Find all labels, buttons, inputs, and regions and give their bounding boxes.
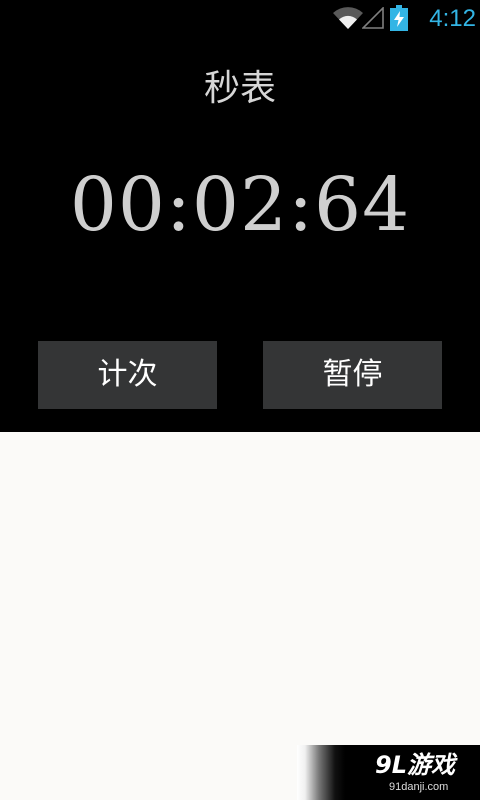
wifi-icon bbox=[333, 7, 363, 29]
stopwatch-screen: 4:12 秒表 00:02:64 计次 暂停 9L游戏 91danji.com bbox=[0, 0, 480, 800]
elapsed-time-display: 00:02:64 bbox=[69, 162, 411, 248]
watermark: 9L游戏 91danji.com bbox=[297, 745, 480, 800]
status-bar: 4:12 bbox=[0, 0, 480, 38]
watermark-logo: 9L游戏 bbox=[375, 751, 455, 779]
signal-icon bbox=[362, 7, 384, 29]
status-clock: 4:12 bbox=[429, 5, 476, 32]
watermark-url: 91danji.com bbox=[389, 781, 449, 793]
page-title: 秒表 bbox=[203, 68, 276, 109]
battery-charging-icon bbox=[390, 5, 408, 31]
lap-button[interactable]: 计次 bbox=[38, 341, 217, 409]
pause-button[interactable]: 暂停 bbox=[263, 341, 442, 409]
